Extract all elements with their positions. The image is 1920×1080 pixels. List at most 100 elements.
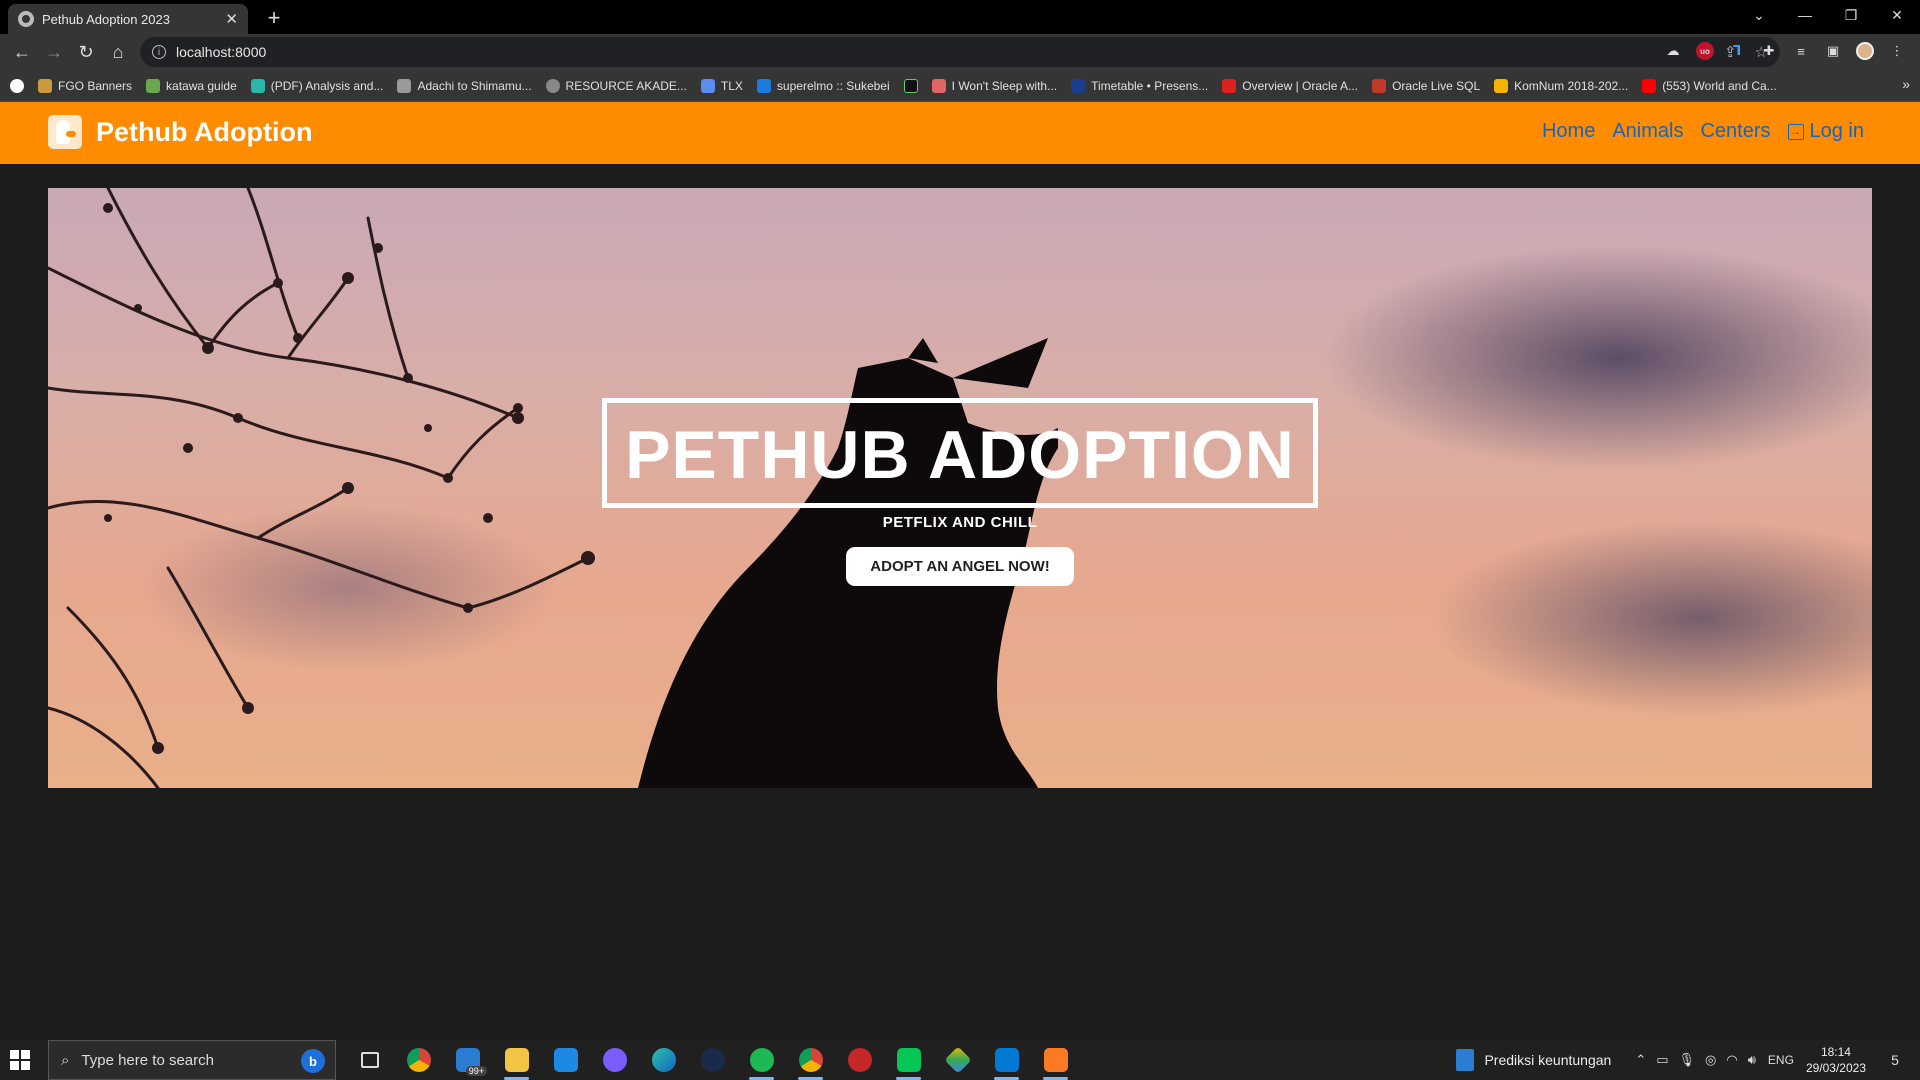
xampp-icon[interactable] <box>1031 1040 1080 1080</box>
vscode-icon[interactable] <box>982 1040 1031 1080</box>
language-indicator[interactable]: ENG <box>1768 1053 1794 1067</box>
media-control-icon[interactable]: ≡ <box>1792 42 1810 60</box>
menu-kebab-icon[interactable]: ⋮ <box>1888 42 1906 60</box>
document-icon <box>1456 1049 1475 1071</box>
file-explorer-icon[interactable] <box>492 1040 541 1080</box>
spotify-icon[interactable] <box>737 1040 786 1080</box>
google-apps-icon[interactable] <box>10 78 24 93</box>
bookmark-item[interactable]: KomNum 2018-202... <box>1494 78 1628 93</box>
cat-logo-icon <box>48 115 82 149</box>
line-icon[interactable] <box>884 1040 933 1080</box>
bookmark-favicon-icon <box>931 78 946 93</box>
camera-icon[interactable]: ▭ <box>1656 1052 1668 1068</box>
windows-start-icon[interactable] <box>10 1050 30 1070</box>
show-hidden-icons-icon[interactable]: ⌃ <box>1635 1052 1646 1068</box>
more-bookmarks-icon[interactable]: » <box>1902 76 1910 92</box>
adopt-now-button[interactable]: ADOPT AN ANGEL NOW! <box>846 547 1074 586</box>
hero-content: PETHUB ADOPTION PETFLIX AND CHILL ADOPT … <box>48 188 1872 788</box>
bookmark-item[interactable]: katawa guide <box>146 78 237 93</box>
url-text[interactable]: localhost:8000 <box>176 44 1724 60</box>
running-task[interactable]: Prediksi keuntungan <box>1456 1049 1611 1071</box>
edge-icon[interactable] <box>639 1040 688 1080</box>
home-icon[interactable]: ⌂ <box>104 38 132 66</box>
ublock-icon[interactable]: uo <box>1696 42 1714 60</box>
restore-icon[interactable]: ❐ <box>1828 0 1874 30</box>
nav-links: Home Animals Centers → Log in <box>1542 120 1864 143</box>
login-icon: → <box>1787 123 1804 140</box>
bookmark-favicon-icon <box>1372 78 1387 93</box>
new-tab-button[interactable]: + <box>260 4 288 32</box>
clock[interactable]: 18:14 29/03/2023 <box>1806 1044 1866 1076</box>
vpn-icon[interactable]: ◎ <box>1705 1052 1716 1068</box>
back-icon[interactable]: ← <box>8 38 36 66</box>
taskbar-search[interactable]: ⌕ Type here to search b <box>48 1040 336 1080</box>
address-bar[interactable]: i localhost:8000 ⇪ ☆ <box>140 37 1780 67</box>
taskbar-apps: 99+ <box>345 1040 1080 1080</box>
bookmark-item[interactable]: Adachi to Shimamu... <box>397 78 532 93</box>
steam-icon[interactable] <box>688 1040 737 1080</box>
nav-animals-link[interactable]: Animals <box>1612 120 1683 143</box>
bookmark-favicon-icon <box>146 78 161 93</box>
browser-tab-bar: Pethub Adoption 2023 ✕ + ⌄ — ❐ ✕ <box>0 0 1920 34</box>
nav-home-link[interactable]: Home <box>1542 120 1595 143</box>
close-window-icon[interactable]: ✕ <box>1874 0 1920 30</box>
mail-icon[interactable]: 99+ <box>443 1040 492 1080</box>
nav-login-link[interactable]: → Log in <box>1787 120 1864 143</box>
store-icon[interactable] <box>541 1040 590 1080</box>
bookmark-item[interactable]: Overview | Oracle A... <box>1222 78 1358 93</box>
window-controls: ⌄ — ❐ ✕ <box>1736 0 1920 30</box>
bookmark-favicon-icon <box>1494 78 1509 93</box>
media-player-icon[interactable] <box>835 1040 884 1080</box>
bookmark-item[interactable] <box>903 78 918 93</box>
tab-title: Pethub Adoption 2023 <box>42 11 170 27</box>
task-view-icon[interactable] <box>345 1040 394 1080</box>
bookmark-item[interactable]: I Won't Sleep with... <box>931 78 1057 93</box>
bookmarks-bar: FGO Banners katawa guide (PDF) Analysis … <box>0 70 1920 102</box>
bookmark-item[interactable]: RESOURCE AKADE... <box>545 78 687 93</box>
browser-tab[interactable]: Pethub Adoption 2023 ✕ <box>8 4 248 34</box>
bookmark-favicon-icon <box>1071 78 1086 93</box>
reload-icon[interactable]: ↻ <box>72 38 100 66</box>
browser-toolbar: ← → ↻ ⌂ i localhost:8000 ⇪ ☆ ☁ uo Ꞁ ✚ ≡ … <box>0 34 1920 70</box>
extension-icons: ☁ uo Ꞁ ✚ ≡ ▣ ⋮ <box>1664 42 1906 60</box>
clock-time: 18:14 <box>1820 1045 1851 1059</box>
bookmark-favicon-icon <box>397 78 412 93</box>
bookmark-item[interactable]: FGO Banners <box>38 78 132 93</box>
close-tab-icon[interactable]: ✕ <box>225 12 238 27</box>
chrome-icon[interactable] <box>394 1040 443 1080</box>
bookmark-item[interactable]: Oracle Live SQL <box>1372 78 1480 93</box>
tab-search-icon[interactable]: ⌄ <box>1736 0 1782 30</box>
hero-banner: PETHUB ADOPTION PETFLIX AND CHILL ADOPT … <box>48 188 1872 788</box>
nav-centers-link[interactable]: Centers <box>1700 120 1770 143</box>
discord-icon[interactable] <box>590 1040 639 1080</box>
minimize-icon[interactable]: — <box>1782 0 1828 30</box>
bing-icon[interactable]: b <box>301 1049 325 1073</box>
forward-icon[interactable]: → <box>40 38 68 66</box>
extension-cloud-icon[interactable]: ☁ <box>1664 42 1682 60</box>
bookmark-item[interactable]: TLX <box>700 78 743 93</box>
microphone-icon[interactable]: 🎙︎ <box>1679 1052 1696 1068</box>
site-info-icon[interactable]: i <box>152 45 166 59</box>
profile-avatar[interactable] <box>1856 42 1874 60</box>
bookmark-favicon-icon <box>1222 78 1237 93</box>
wifi-icon[interactable]: ◠ <box>1726 1052 1737 1068</box>
bookmark-favicon-icon <box>38 78 52 93</box>
git-icon[interactable] <box>933 1040 982 1080</box>
extension-translate-icon[interactable]: Ꞁ <box>1728 42 1746 60</box>
hero-subtitle: PETFLIX AND CHILL <box>882 514 1038 531</box>
brand-link[interactable]: Pethub Adoption <box>48 115 312 149</box>
chrome-profile-icon[interactable] <box>786 1040 835 1080</box>
running-task-label: Prediksi keuntungan <box>1484 1052 1612 1068</box>
bookmark-item[interactable]: Timetable • Presens... <box>1071 78 1208 93</box>
bookmark-item[interactable]: superelmo :: Sukebei <box>756 78 890 93</box>
extensions-puzzle-icon[interactable]: ✚ <box>1760 42 1778 60</box>
bookmark-item[interactable]: (PDF) Analysis and... <box>250 78 383 93</box>
volume-icon[interactable]: 🔊︎ <box>1748 1052 1756 1068</box>
side-panel-icon[interactable]: ▣ <box>1824 42 1842 60</box>
clock-date: 29/03/2023 <box>1805 1061 1866 1075</box>
bookmark-favicon-icon <box>545 78 560 93</box>
bookmark-favicon-icon <box>250 78 265 93</box>
bookmark-item[interactable]: (553) World and Ca... <box>1642 78 1777 93</box>
system-tray: Prediksi keuntungan ⌃ ▭ 🎙︎ ◎ ◠ 🔊︎ ENG 18… <box>1456 1040 1920 1080</box>
notification-icon[interactable]: 5 <box>1884 1049 1906 1071</box>
